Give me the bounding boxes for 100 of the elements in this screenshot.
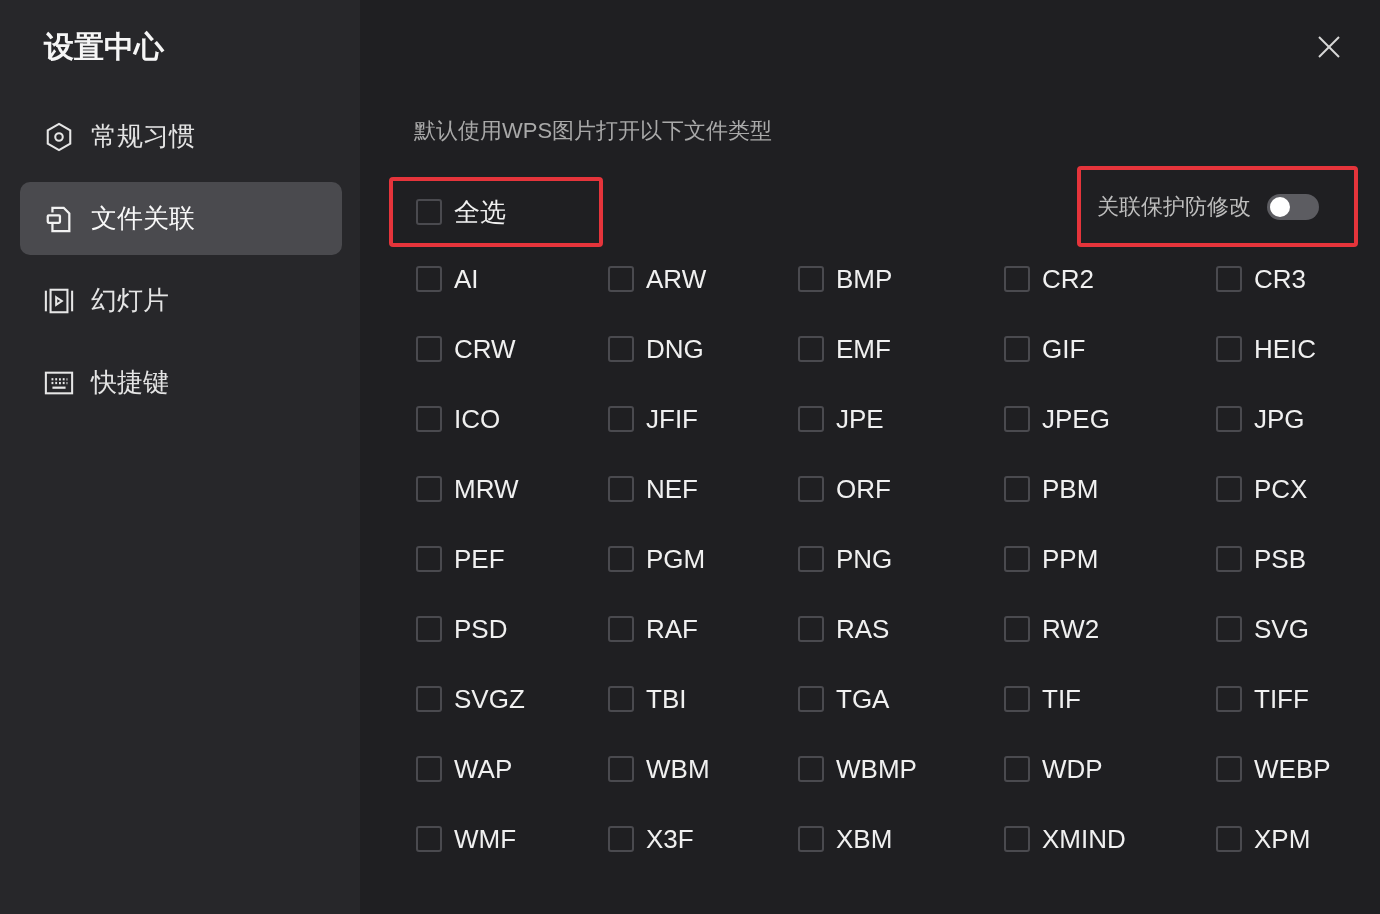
file-type-label: XBM: [836, 823, 893, 855]
checkbox[interactable]: [1004, 756, 1030, 782]
checkbox[interactable]: [798, 686, 824, 712]
checkbox[interactable]: [1004, 616, 1030, 642]
checkbox[interactable]: [1216, 826, 1242, 852]
file-type-label: HEIC: [1254, 333, 1317, 365]
checkbox[interactable]: [1216, 686, 1242, 712]
checkbox[interactable]: [608, 616, 634, 642]
file-type-label: ARW: [646, 263, 707, 295]
file-type-label: CRW: [454, 333, 516, 365]
checkbox[interactable]: [798, 266, 824, 292]
checkbox[interactable]: [798, 616, 824, 642]
checkbox[interactable]: [1216, 546, 1242, 572]
file-type-label: SVG: [1254, 613, 1309, 645]
file-type-label: WDP: [1042, 753, 1103, 785]
file-type-label: PNG: [836, 543, 893, 575]
file-type-label: WMF: [454, 823, 517, 855]
checkbox[interactable]: [1004, 406, 1030, 432]
file-type-label: CR2: [1042, 263, 1094, 295]
file-type-label: ORF: [836, 473, 891, 505]
checkbox[interactable]: [1216, 476, 1242, 502]
checkbox[interactable]: [416, 406, 442, 432]
checkbox[interactable]: [416, 616, 442, 642]
file-type-label: XPM: [1254, 823, 1311, 855]
file-type-label: WBM: [646, 753, 710, 785]
file-type-label: EMF: [836, 333, 891, 365]
file-type-label: MRW: [454, 473, 519, 505]
checkbox[interactable]: [608, 336, 634, 362]
checkbox[interactable]: [1004, 546, 1030, 572]
file-type-label: XMIND: [1042, 823, 1126, 855]
checkbox[interactable]: [1004, 336, 1030, 362]
file-type-label: JPEG: [1042, 403, 1110, 435]
sidebar-item[interactable]: 快捷键: [20, 346, 342, 419]
file-type-label: DNG: [646, 333, 704, 365]
file-type-label: BMP: [836, 263, 893, 295]
file-type-label: RAS: [836, 613, 890, 645]
file-type-label: GIF: [1042, 333, 1086, 365]
checkbox[interactable]: [608, 476, 634, 502]
checkbox[interactable]: [1004, 686, 1030, 712]
window-title: 设置中心: [44, 29, 165, 65]
checkbox[interactable]: [608, 756, 634, 782]
checkbox[interactable]: [1004, 266, 1030, 292]
toggle-switch[interactable]: [1267, 193, 1319, 220]
section-heading: 默认使用WPS图片打开以下文件类型: [414, 117, 774, 145]
checkbox[interactable]: [1004, 826, 1030, 852]
file-type-label: PSD: [454, 613, 508, 645]
select-all-label: 全选: [454, 196, 506, 228]
file-type-label: SVGZ: [454, 683, 525, 715]
file-type-label: JPE: [836, 403, 884, 435]
checkbox[interactable]: [1004, 476, 1030, 502]
file-type-label: PEF: [454, 543, 505, 575]
file-type-label: RAF: [646, 613, 698, 645]
file-type-label: PPM: [1042, 543, 1099, 575]
checkbox[interactable]: [416, 266, 442, 292]
checkbox[interactable]: [1216, 756, 1242, 782]
checkbox[interactable]: [416, 686, 442, 712]
file-type-label: JFIF: [646, 403, 698, 435]
sidebar-item[interactable]: 文件关联: [20, 182, 342, 255]
checkbox[interactable]: [416, 756, 442, 782]
checkbox[interactable]: [798, 406, 824, 432]
file-type-label: CR3: [1254, 263, 1306, 295]
file-type-label: TBI: [646, 683, 687, 715]
sidebar-item[interactable]: 常规习惯: [20, 100, 342, 173]
checkbox[interactable]: [798, 756, 824, 782]
checkbox[interactable]: [608, 266, 634, 292]
close-icon[interactable]: [1318, 36, 1340, 58]
checkbox[interactable]: [798, 336, 824, 362]
file-type-label: JPG: [1254, 403, 1305, 435]
checkbox[interactable]: [1216, 406, 1242, 432]
checkbox[interactable]: [416, 826, 442, 852]
sidebar-item[interactable]: 幻灯片: [20, 264, 342, 337]
checkbox[interactable]: [798, 476, 824, 502]
file-type-label: WAP: [454, 753, 513, 785]
file-type-label: TIFF: [1254, 683, 1309, 715]
checkbox[interactable]: [608, 826, 634, 852]
file-type-label: PCX: [1254, 473, 1308, 505]
file-type-label: TIF: [1042, 683, 1081, 715]
file-type-label: AI: [454, 263, 479, 295]
checkbox[interactable]: [1216, 266, 1242, 292]
checkbox[interactable]: [608, 546, 634, 572]
file-type-label: WBMP: [836, 753, 917, 785]
checkbox[interactable]: [1216, 616, 1242, 642]
checkbox[interactable]: [608, 686, 634, 712]
checkbox[interactable]: [416, 476, 442, 502]
protection-label: 关联保护防修改: [1097, 192, 1251, 221]
checkbox[interactable]: [416, 546, 442, 572]
file-type-label: TGA: [836, 683, 890, 715]
file-type-label: X3F: [646, 823, 694, 855]
checkbox[interactable]: [798, 546, 824, 572]
checkbox[interactable]: [416, 336, 442, 362]
checkbox[interactable]: [1216, 336, 1242, 362]
file-type-label: ICO: [454, 403, 501, 435]
file-type-label: RW2: [1042, 613, 1100, 645]
file-type-label: PSB: [1254, 543, 1307, 575]
file-type-label: WEBP: [1254, 753, 1331, 785]
file-type-label: PGM: [646, 543, 706, 575]
checkbox[interactable]: [798, 826, 824, 852]
checkbox[interactable]: [416, 199, 442, 225]
hexagon-settings-icon: [44, 121, 74, 152]
checkbox[interactable]: [608, 406, 634, 432]
